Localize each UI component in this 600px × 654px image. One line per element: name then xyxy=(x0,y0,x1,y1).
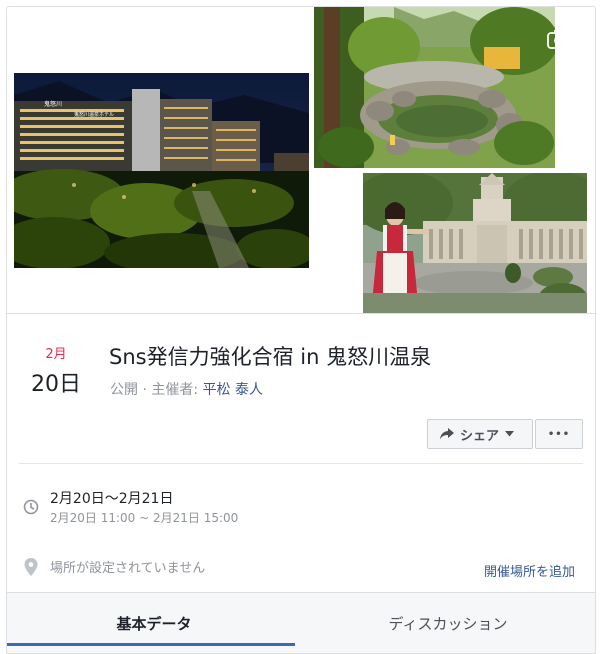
hotel-sign-right: 鬼怒川温泉ホテル xyxy=(74,111,114,118)
share-label: シェア xyxy=(460,428,500,444)
event-date-block: 2月 20日 xyxy=(21,343,91,398)
details-divider xyxy=(19,463,583,464)
add-location-link[interactable]: 開催場所を追加 xyxy=(484,561,575,580)
event-month: 2月 xyxy=(45,347,67,362)
clock-icon xyxy=(21,497,41,517)
share-button[interactable]: シェア xyxy=(427,419,533,449)
event-meta: 公開 · 主催者: 平松 泰人 xyxy=(110,379,263,399)
event-cover[interactable]: 鬼怒川 鬼怒川温泉ホテル xyxy=(7,7,595,314)
event-actions: シェア ••• xyxy=(427,419,583,449)
share-arrow-icon xyxy=(440,428,454,440)
tab-discussion[interactable]: ディスカッション xyxy=(301,593,595,653)
host-link[interactable]: 平松 泰人 xyxy=(203,382,263,398)
event-card: 鬼怒川 鬼怒川温泉ホテル 2月 20日 Sns発信力強化合宿 in 鬼怒川温泉 … xyxy=(6,6,596,654)
event-tabs: 基本データ ディスカッション xyxy=(7,592,595,653)
location-not-set-text: 場所が設定されていません xyxy=(50,561,206,576)
camera-icon xyxy=(547,30,571,49)
tab-basic-info[interactable]: 基本データ xyxy=(7,593,301,653)
meta-separator: · xyxy=(138,382,152,398)
host-prefix: 主催者: xyxy=(151,382,203,398)
more-label: ••• xyxy=(547,428,571,440)
more-options-button[interactable]: ••• xyxy=(535,419,583,449)
change-cover-camera-button[interactable] xyxy=(544,26,574,52)
event-date-range: 2月20日〜2月21日 xyxy=(50,491,174,507)
event-privacy: 公開 xyxy=(110,382,138,398)
hotel-sign-left: 鬼怒川 xyxy=(44,100,62,108)
event-day: 20日 xyxy=(31,372,81,397)
diet-building-photo xyxy=(363,173,587,313)
hotel-night-photo: 鬼怒川 鬼怒川温泉ホテル xyxy=(14,73,309,268)
event-time-range: 2月20日 11:00 ~ 2月21日 15:00 xyxy=(50,511,239,525)
location-pin-icon xyxy=(21,557,41,577)
hot-spring-photo xyxy=(314,7,555,168)
caret-down-icon xyxy=(505,431,515,437)
event-title: Sns発信力強化合宿 in 鬼怒川温泉 xyxy=(109,345,432,369)
